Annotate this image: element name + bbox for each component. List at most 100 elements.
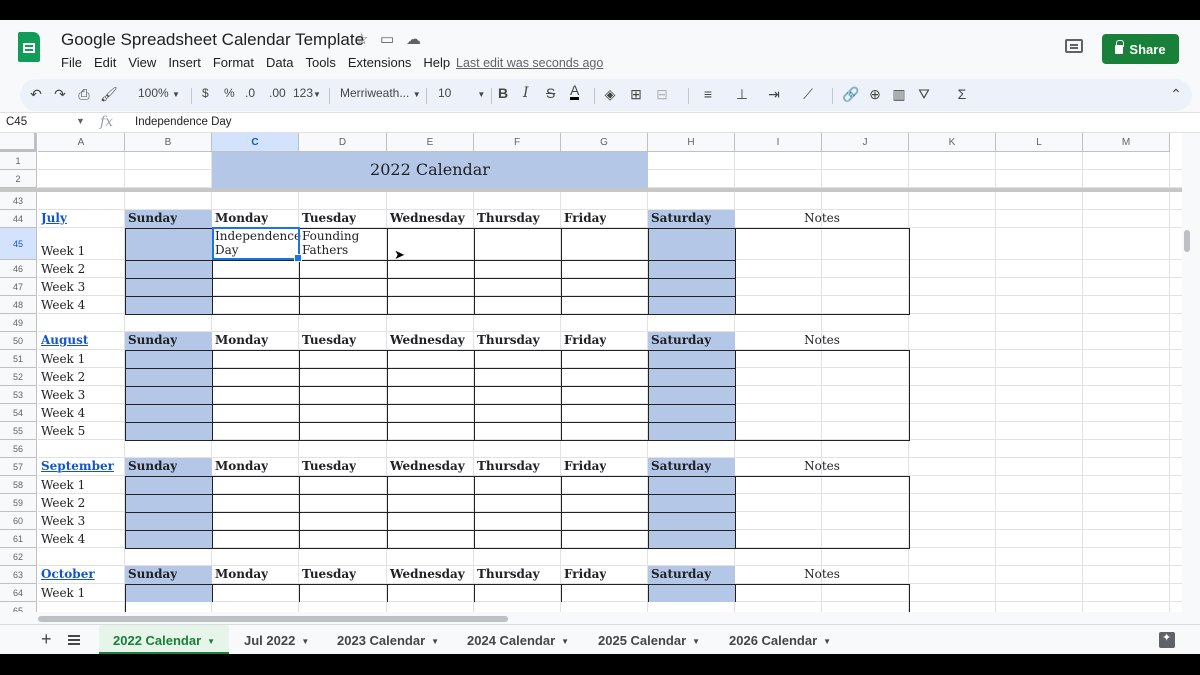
- day-header[interactable]: Tuesday: [302, 459, 356, 473]
- day-header[interactable]: Saturday: [651, 211, 711, 225]
- day-header[interactable]: Monday: [215, 333, 268, 347]
- menu-item-edit[interactable]: Edit: [94, 55, 116, 70]
- add-sheet-icon[interactable]: +: [41, 629, 52, 650]
- month-name[interactable]: October: [41, 567, 95, 581]
- vertical-align-icon[interactable]: ⊥: [734, 86, 750, 102]
- month-name[interactable]: July: [41, 211, 67, 225]
- horizontal-scroll-thumb[interactable]: [38, 616, 508, 622]
- menu-item-view[interactable]: View: [128, 55, 156, 70]
- month-name[interactable]: August: [41, 333, 88, 347]
- column-header[interactable]: D: [299, 133, 387, 152]
- menu-item-data[interactable]: Data: [266, 55, 293, 70]
- horizontal-align-icon[interactable]: ≡: [700, 86, 716, 102]
- insert-link-icon[interactable]: 🔗: [842, 86, 859, 102]
- row-header[interactable]: 46: [0, 260, 37, 278]
- row-header[interactable]: 59: [0, 494, 37, 512]
- vertical-scrollbar[interactable]: [1182, 133, 1200, 612]
- chevron-down-icon[interactable]: ▼: [431, 637, 439, 646]
- menu-item-insert[interactable]: Insert: [168, 55, 201, 70]
- day-header[interactable]: Sunday: [128, 333, 177, 347]
- row-header[interactable]: 49: [0, 314, 37, 332]
- row-header[interactable]: 58: [0, 476, 37, 494]
- row-header[interactable]: 50: [0, 332, 37, 350]
- formula-input[interactable]: Independence Day: [135, 116, 232, 128]
- row-header[interactable]: 61: [0, 530, 37, 548]
- day-header[interactable]: Thursday: [477, 211, 540, 225]
- row-header[interactable]: 52: [0, 368, 37, 386]
- cloud-status-icon[interactable]: ☁: [406, 30, 421, 48]
- increase-decimal-button[interactable]: .00: [269, 86, 286, 100]
- chevron-down-icon[interactable]: ▼: [692, 637, 700, 646]
- event-line[interactable]: Fathers: [302, 243, 348, 257]
- week-label[interactable]: Week 3: [41, 280, 85, 294]
- week-label[interactable]: Week 1: [41, 478, 85, 492]
- day-header[interactable]: Sunday: [128, 211, 177, 225]
- collapse-menu-icon[interactable]: ⌃: [1168, 86, 1184, 102]
- day-header[interactable]: Friday: [564, 567, 606, 581]
- column-header[interactable]: B: [125, 133, 212, 152]
- column-header[interactable]: E: [387, 133, 474, 152]
- row-header[interactable]: 51: [0, 350, 37, 368]
- day-header[interactable]: Saturday: [651, 459, 711, 473]
- day-header[interactable]: Wednesday: [390, 333, 465, 347]
- month-name[interactable]: September: [41, 459, 114, 473]
- calendar-title[interactable]: 2022 Calendar: [212, 160, 648, 179]
- day-header[interactable]: Wednesday: [390, 211, 465, 225]
- week-label[interactable]: Week 3: [41, 514, 85, 528]
- comment-history-icon[interactable]: [1065, 39, 1083, 53]
- day-header[interactable]: Friday: [564, 333, 606, 347]
- redo-icon[interactable]: ↷: [52, 86, 68, 102]
- merge-cells-icon[interactable]: ⊟: [654, 86, 670, 102]
- borders-icon[interactable]: ⊞: [628, 86, 644, 102]
- last-edit-link[interactable]: Last edit was seconds ago: [456, 56, 603, 70]
- week-label[interactable]: Week 1: [41, 244, 85, 258]
- column-header[interactable]: A: [38, 133, 125, 152]
- row-header[interactable]: 63: [0, 566, 37, 584]
- menu-item-help[interactable]: Help: [423, 55, 450, 70]
- day-header[interactable]: Thursday: [477, 567, 540, 581]
- row-header[interactable]: 48: [0, 296, 37, 314]
- freeze-divider[interactable]: [0, 188, 1182, 192]
- column-header[interactable]: J: [822, 133, 909, 152]
- fill-color-icon[interactable]: ◈: [602, 86, 618, 102]
- row-header[interactable]: 43: [0, 192, 37, 210]
- menu-item-extensions[interactable]: Extensions: [348, 55, 412, 70]
- paint-format-icon[interactable]: 🖌: [100, 86, 118, 102]
- row-header[interactable]: 45: [0, 228, 37, 260]
- day-header[interactable]: Monday: [215, 211, 268, 225]
- chevron-down-icon[interactable]: ▼: [207, 637, 215, 646]
- row-header[interactable]: 65: [0, 602, 37, 612]
- share-button[interactable]: Share: [1102, 34, 1179, 64]
- chevron-down-icon[interactable]: ▼: [823, 637, 831, 646]
- week-label[interactable]: Week 1: [41, 586, 85, 600]
- column-header[interactable]: F: [474, 133, 561, 152]
- column-header[interactable]: G: [561, 133, 648, 152]
- row-header[interactable]: 60: [0, 512, 37, 530]
- text-wrapping-icon[interactable]: ⇥: [766, 86, 782, 102]
- sheet-tab[interactable]: 2025 Calendar ▼: [598, 633, 700, 648]
- undo-icon[interactable]: ↶: [28, 86, 44, 102]
- day-header[interactable]: Tuesday: [302, 333, 356, 347]
- print-icon[interactable]: ⎙: [76, 86, 92, 102]
- day-header[interactable]: Wednesday: [390, 567, 465, 581]
- insert-chart-icon[interactable]: ▥: [891, 86, 907, 102]
- row-header[interactable]: 47: [0, 278, 37, 296]
- strikethrough-button[interactable]: S: [546, 85, 555, 101]
- notes-header[interactable]: Notes: [735, 567, 909, 581]
- day-header[interactable]: Wednesday: [390, 459, 465, 473]
- percent-format-button[interactable]: %: [224, 86, 235, 100]
- row-header[interactable]: 44: [0, 210, 37, 228]
- day-header[interactable]: Saturday: [651, 567, 711, 581]
- day-header[interactable]: Monday: [215, 459, 268, 473]
- currency-format-button[interactable]: $: [202, 86, 209, 100]
- sheet-tab[interactable]: 2026 Calendar ▼: [729, 633, 831, 648]
- more-formats-button[interactable]: 123▼: [293, 86, 321, 100]
- name-box[interactable]: C45: [6, 116, 27, 128]
- star-icon[interactable]: ☆: [355, 30, 368, 48]
- chevron-down-icon[interactable]: ▼: [76, 116, 85, 126]
- sheet-tab[interactable]: 2024 Calendar ▼: [467, 633, 569, 648]
- text-rotation-icon[interactable]: ⟋: [800, 86, 816, 102]
- row-header[interactable]: 1: [0, 152, 37, 170]
- week-label[interactable]: Week 4: [41, 298, 85, 312]
- column-header[interactable]: K: [909, 133, 996, 152]
